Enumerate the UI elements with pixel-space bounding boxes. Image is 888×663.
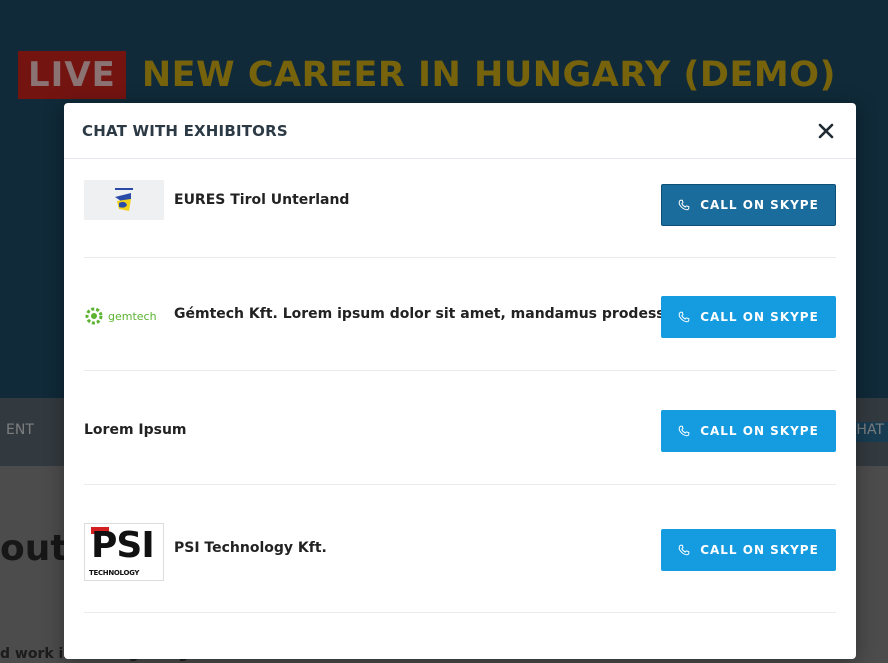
modal-header: CHAT WITH EXHIBITORS <box>64 103 856 159</box>
exhibitor-name: EURES Tirol Unterland <box>174 192 350 208</box>
psi-logo-text: PSI <box>91 525 155 566</box>
gemtech-logo-mark <box>85 307 103 325</box>
close-button[interactable] <box>814 119 838 143</box>
modal-title: CHAT WITH EXHIBITORS <box>82 121 288 140</box>
exhibitor-name: Gémtech Kft. Lorem ipsum dolor sit amet,… <box>174 306 681 322</box>
phone-icon <box>678 311 690 323</box>
close-icon <box>818 123 834 138</box>
call-on-skype-button[interactable]: CALL ON SKYPE <box>661 296 836 338</box>
phone-icon <box>678 199 690 211</box>
phone-icon <box>678 544 690 556</box>
call-on-skype-label: CALL ON SKYPE <box>700 310 819 324</box>
call-on-skype-button[interactable]: CALL ON SKYPE <box>661 184 836 226</box>
list-item-exhibitor: PSI TECHNOLOGY PSI Technology Kft. CALL … <box>84 485 836 613</box>
list-item-exhibitor: Lorem Ipsum CALL ON SKYPE <box>84 371 836 485</box>
call-on-skype-button[interactable]: CALL ON SKYPE <box>661 410 836 452</box>
eures-logo-mark <box>115 188 133 211</box>
gemtech-logo-text: gemtech <box>108 309 157 323</box>
call-on-skype-label: CALL ON SKYPE <box>700 198 819 212</box>
exhibitor-name: PSI Technology Kft. <box>174 540 327 556</box>
call-on-skype-button[interactable]: CALL ON SKYPE <box>661 529 836 571</box>
psi-logo: PSI TECHNOLOGY <box>84 523 164 581</box>
gemtech-logo: gemtech <box>84 305 164 327</box>
call-on-skype-label: CALL ON SKYPE <box>700 543 819 557</box>
phone-icon <box>678 425 690 437</box>
eures-logo <box>84 180 164 220</box>
psi-logo-subtext: TECHNOLOGY <box>89 569 140 577</box>
call-on-skype-label: CALL ON SKYPE <box>700 424 819 438</box>
chat-with-exhibitors-modal: CHAT WITH EXHIBITORS EURES Tirol Unterla… <box>64 103 856 659</box>
exhibitor-name: Lorem Ipsum <box>84 422 187 438</box>
list-item-exhibitor: EURES Tirol Unterland CALL ON SKYPE <box>84 160 836 258</box>
list-item-exhibitor: gemtech Gémtech Kft. Lorem ipsum dolor s… <box>84 258 836 371</box>
